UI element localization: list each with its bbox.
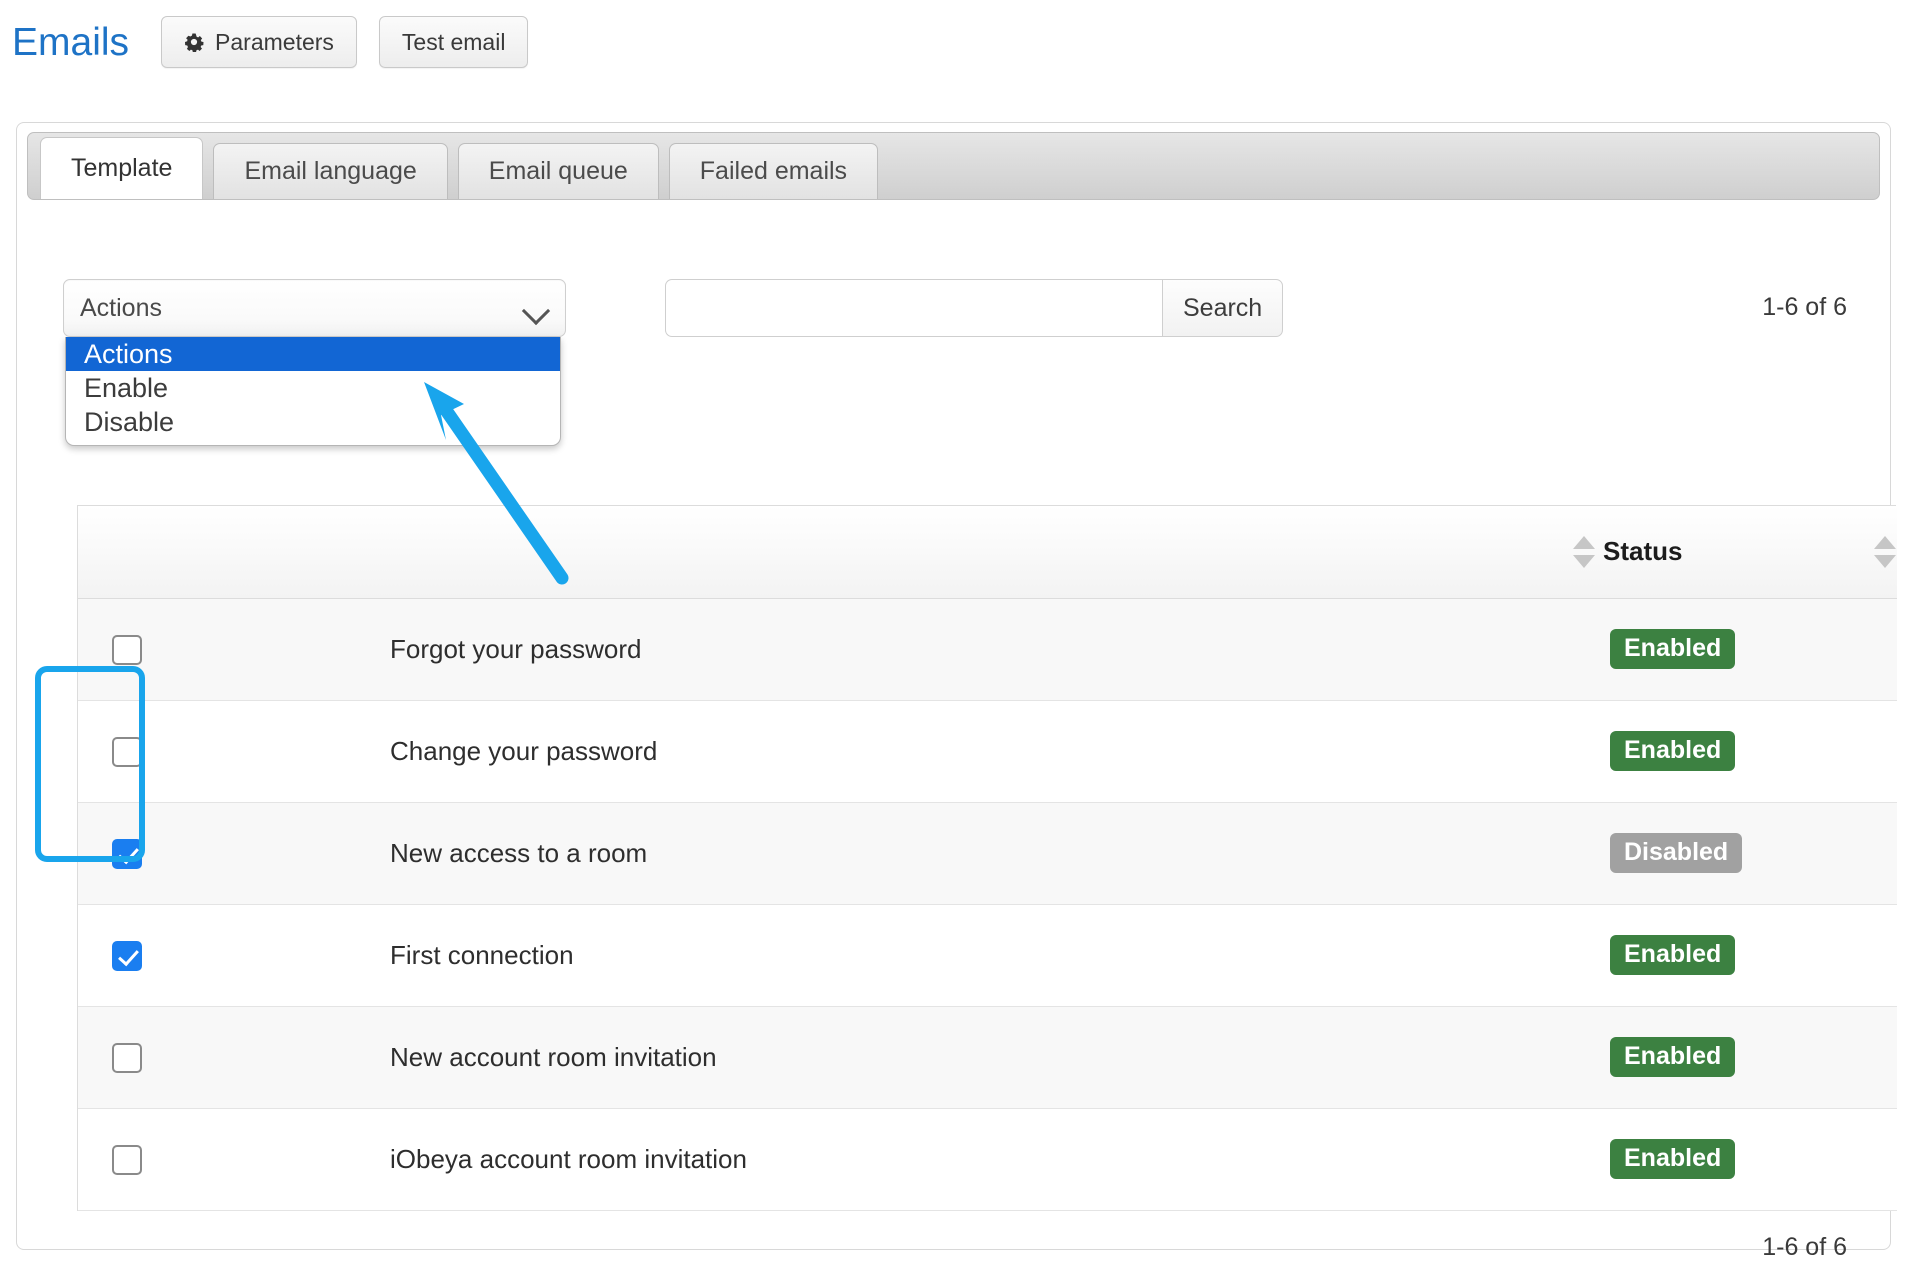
actions-select-wrap: Actions Actions Enable Disable	[63, 279, 566, 446]
table-row[interactable]: Change your password Enabled	[78, 700, 1897, 803]
table-row[interactable]: Forgot your password Enabled	[78, 598, 1897, 701]
row-select-cell	[78, 802, 330, 905]
status-badge: Enabled	[1610, 934, 1736, 976]
row-name: First connection	[330, 904, 1596, 1007]
templates-table-wrap: Status Forgot your password Enabled Chan…	[77, 505, 1897, 1211]
th-status-label: Status	[1603, 536, 1683, 567]
templates-table: Status Forgot your password Enabled Chan…	[78, 506, 1897, 1211]
content-panel: Template Email language Email queue Fail…	[16, 122, 1897, 1261]
tab-template[interactable]: Template	[40, 137, 204, 199]
test-email-button[interactable]: Test email	[378, 16, 529, 68]
actions-option-enable[interactable]: Enable	[66, 371, 560, 405]
table-row[interactable]: iObeya account room invitation Enabled	[78, 1108, 1897, 1211]
tab-email-language-label: Email language	[244, 157, 417, 185]
row-checkbox[interactable]	[112, 635, 142, 666]
row-status-cell: Enabled	[1596, 904, 1897, 1007]
th-name[interactable]	[330, 506, 1596, 599]
table-toolbar: Actions Actions Enable Disable Search 1-…	[63, 279, 1853, 446]
row-name: Forgot your password	[330, 598, 1596, 701]
row-status-cell: Enabled	[1596, 1108, 1897, 1211]
page-header: Emails Parameters Test email	[0, 0, 1907, 84]
row-checkbox[interactable]	[112, 1043, 142, 1074]
row-select-cell	[78, 598, 330, 701]
chevron-down-icon	[523, 301, 549, 315]
row-name: New access to a room	[330, 802, 1596, 905]
row-select-cell	[78, 904, 330, 1007]
row-checkbox[interactable]	[112, 839, 142, 870]
row-select-cell	[78, 1006, 330, 1109]
status-badge: Enabled	[1610, 730, 1736, 772]
row-status-cell: Disabled	[1596, 802, 1897, 905]
tab-email-queue-label: Email queue	[488, 157, 628, 185]
status-badge: Enabled	[1610, 628, 1736, 670]
table-header-row: Status	[78, 506, 1897, 599]
tab-email-language[interactable]: Email language	[213, 143, 448, 199]
table-row[interactable]: First connection Enabled	[78, 904, 1897, 1007]
actions-select[interactable]: Actions	[63, 279, 566, 337]
test-email-button-label: Test email	[401, 28, 506, 55]
row-status-cell: Enabled	[1596, 598, 1897, 701]
tab-failed-emails[interactable]: Failed emails	[668, 143, 879, 199]
row-checkbox[interactable]	[112, 737, 142, 768]
pagination-count-bottom: 1-6 of 6	[1762, 1233, 1847, 1261]
tab-email-queue[interactable]: Email queue	[457, 143, 659, 199]
row-checkbox[interactable]	[112, 1145, 142, 1176]
row-name: New account room invitation	[330, 1006, 1596, 1109]
tab-bar: Template Email language Email queue Fail…	[27, 132, 1880, 200]
search-input[interactable]	[665, 279, 1162, 337]
actions-dropdown-list[interactable]: Actions Enable Disable	[65, 337, 561, 446]
parameters-button-label: Parameters	[215, 28, 334, 55]
table-row[interactable]: New access to a room Disabled	[78, 802, 1897, 905]
pagination-count-top: 1-6 of 6	[1762, 293, 1847, 321]
tab-template-label: Template	[71, 154, 173, 182]
row-select-cell	[78, 700, 330, 803]
gear-icon	[184, 32, 204, 53]
parameters-button[interactable]: Parameters	[161, 16, 357, 68]
page-title: Emails	[12, 20, 130, 64]
row-status-cell: Enabled	[1596, 700, 1897, 803]
search-group: Search	[665, 279, 1284, 337]
th-select	[78, 506, 330, 599]
actions-option-disable[interactable]: Disable	[66, 405, 560, 439]
actions-select-value: Actions	[80, 293, 162, 322]
status-badge: Disabled	[1610, 832, 1743, 874]
status-badge: Enabled	[1610, 1036, 1736, 1078]
actions-option-actions[interactable]: Actions	[66, 337, 560, 371]
th-status[interactable]: Status	[1596, 506, 1897, 599]
status-badge: Enabled	[1610, 1138, 1736, 1180]
table-body: Forgot your password Enabled Change your…	[78, 598, 1897, 1211]
row-name: Change your password	[330, 700, 1596, 803]
row-checkbox[interactable]	[112, 941, 142, 972]
search-button[interactable]: Search	[1162, 279, 1284, 337]
table-row[interactable]: New account room invitation Enabled	[78, 1006, 1897, 1109]
row-status-cell: Enabled	[1596, 1006, 1897, 1109]
sort-icon-name[interactable]	[1573, 532, 1595, 572]
tab-failed-emails-label: Failed emails	[699, 157, 848, 185]
row-name: iObeya account room invitation	[330, 1108, 1596, 1211]
sort-icon-status[interactable]	[1874, 532, 1896, 572]
row-select-cell	[78, 1108, 330, 1211]
